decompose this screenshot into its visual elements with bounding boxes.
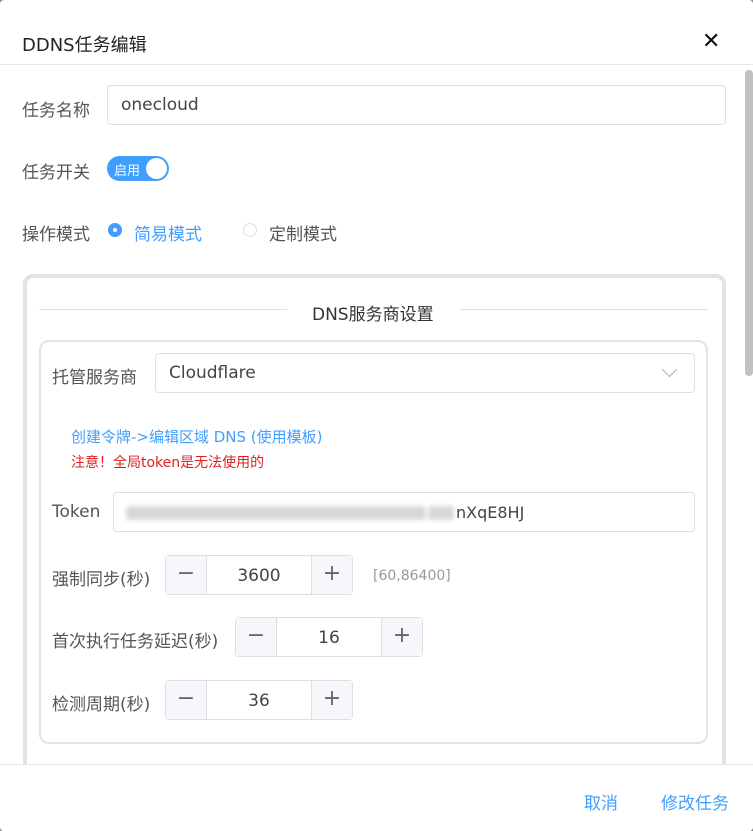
close-icon[interactable]: ✕ <box>702 30 720 54</box>
first-delay-label: 首次执行任务延迟(秒) <box>52 632 219 652</box>
plus-icon[interactable]: + <box>311 681 352 719</box>
task-switch-label: 任务开关 <box>22 163 90 183</box>
scrollbar-thumb[interactable] <box>745 70 753 376</box>
token-visible-tail: nXqE8HJ <box>456 503 525 522</box>
switch-text: 启用 <box>114 164 141 179</box>
dns-section-title: DNS服务商设置 <box>312 305 434 325</box>
provider-select[interactable]: Cloudflare <box>155 353 695 393</box>
ddns-edit-dialog: DDNS任务编辑 ✕ 任务名称 onecloud 任务开关 启用 操作模式 简易… <box>0 0 753 831</box>
divider-left <box>39 309 287 310</box>
minus-icon[interactable]: − <box>236 618 277 656</box>
task-name-value: onecloud <box>121 95 199 115</box>
minus-icon[interactable]: − <box>166 681 207 719</box>
provider-value: Cloudflare <box>169 363 256 383</box>
token-redaction-2 <box>428 506 454 520</box>
first-delay-value[interactable]: 16 <box>276 628 382 648</box>
force-sync-stepper[interactable]: − 3600 + <box>165 555 353 595</box>
interval-stepper[interactable]: − 36 + <box>165 680 353 720</box>
plus-icon[interactable]: + <box>381 618 422 656</box>
minus-icon[interactable]: − <box>166 556 207 594</box>
radio-simple-mode[interactable] <box>108 223 122 237</box>
force-sync-range: [60,86400] <box>373 568 451 584</box>
create-token-link[interactable]: 创建令牌->编辑区域 DNS (使用模板) <box>71 426 323 447</box>
force-sync-value[interactable]: 3600 <box>206 566 312 586</box>
divider-right <box>460 309 708 310</box>
dialog-header: DDNS任务编辑 ✕ <box>0 0 753 65</box>
dialog-title: DDNS任务编辑 <box>22 35 147 56</box>
radio-simple-label[interactable]: 简易模式 <box>134 220 202 245</box>
task-name-input[interactable]: onecloud <box>107 85 726 125</box>
radio-custom-label[interactable]: 定制模式 <box>269 220 337 245</box>
task-switch-toggle[interactable]: 启用 <box>107 156 169 181</box>
interval-label: 检测周期(秒) <box>52 695 151 715</box>
provider-label: 托管服务商 <box>52 368 137 388</box>
radio-custom-mode[interactable] <box>243 223 257 237</box>
dialog-footer <box>0 764 753 831</box>
dns-provider-panel <box>39 340 708 744</box>
switch-knob <box>146 158 167 179</box>
mode-label: 操作模式 <box>22 225 90 245</box>
token-label: Token <box>52 502 101 522</box>
task-name-label: 任务名称 <box>22 101 90 121</box>
force-sync-label: 强制同步(秒) <box>52 570 151 590</box>
cancel-button[interactable]: 取消 <box>584 789 618 814</box>
token-redaction <box>126 506 426 520</box>
plus-icon[interactable]: + <box>311 556 352 594</box>
first-delay-stepper[interactable]: − 16 + <box>235 617 423 657</box>
token-warning: 注意！全局token是无法使用的 <box>71 455 265 471</box>
interval-value[interactable]: 36 <box>206 691 312 711</box>
submit-button[interactable]: 修改任务 <box>661 789 729 814</box>
